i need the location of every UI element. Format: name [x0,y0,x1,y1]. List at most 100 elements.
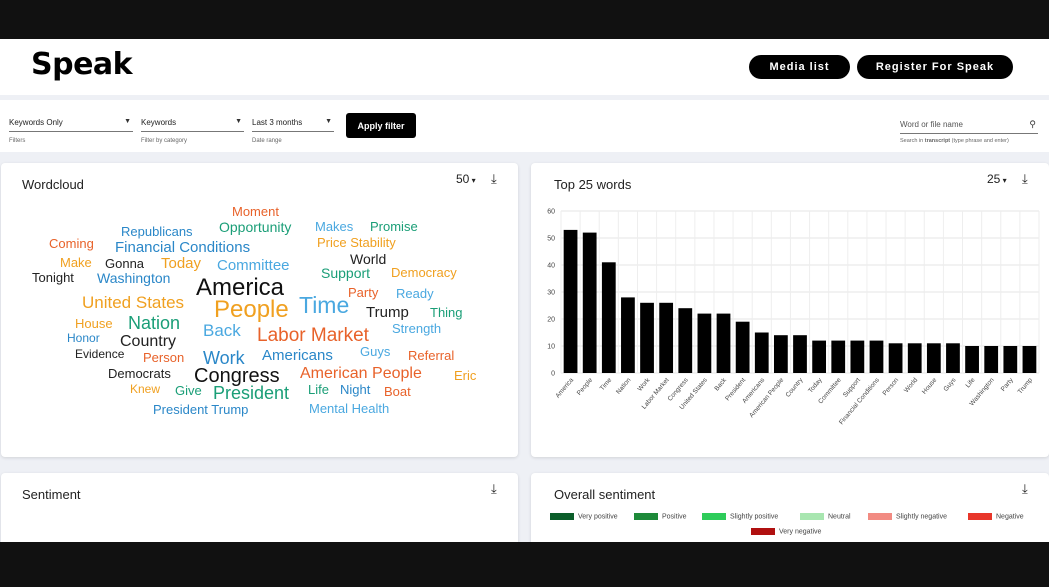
screen: Speak Media list Register For Speak Keyw… [0,0,1049,587]
apply-filter-button[interactable]: Apply filter [346,113,416,138]
wordcloud-word[interactable]: Americans [262,348,333,363]
filter-bar: Keywords Only ▼ Filters Keywords ▼ Filte… [0,100,1049,152]
wordcloud-word[interactable]: Financial Conditions [115,240,250,255]
wordcloud-word[interactable]: World [350,252,386,266]
bar[interactable] [793,335,807,373]
wordcloud-word[interactable]: Coming [49,237,94,250]
wordcloud-word[interactable]: Person [143,351,184,364]
wordcloud-word[interactable]: Opportunity [219,220,291,234]
wordcloud-word[interactable]: Labor Market [257,326,369,345]
legend-item[interactable]: Positive [634,513,687,520]
bar[interactable] [907,343,922,373]
top-words-card: Top 25 words 25 ▾ ⤓ 0 10 20 30 40 50 60 America… [531,163,1049,457]
wordcloud-word[interactable]: President [213,384,289,402]
legend-item[interactable]: Very positive [550,513,618,520]
legend-label: Negative [996,513,1024,521]
download-icon[interactable]: ⤓ [1022,481,1028,497]
wordcloud-word[interactable]: American People [300,366,422,382]
wordcloud-word[interactable]: Thing [430,306,463,319]
bar[interactable] [754,332,769,374]
wordcloud-word[interactable]: Referral [408,349,454,362]
top-words-bar-chart: 0 10 20 30 40 50 60 America People Time Nation Work… [547,209,1040,426]
wordcloud-word[interactable]: Give [175,384,202,397]
wordcloud-word[interactable]: Price Stability [317,236,396,249]
wordcloud-word[interactable]: Trump [366,305,409,320]
bar[interactable] [850,340,865,373]
bar[interactable] [1003,346,1018,373]
sentiment-card: Sentiment ⤓ 1.00.8 [1,473,518,542]
wordcloud-word[interactable]: Life [308,383,329,396]
search-icon[interactable]: ⚲ [1029,119,1036,130]
wordcloud-word[interactable]: Evidence [75,348,124,360]
wordcloud-word[interactable]: Gonna [105,257,144,270]
wordcloud-word[interactable]: Makes [315,220,353,233]
bar[interactable] [888,343,903,373]
wordcloud-word[interactable]: United States [82,294,184,311]
bar[interactable] [582,232,597,373]
wordcloud-word[interactable]: Support [321,266,370,280]
legend-item[interactable]: Slightly negative [868,513,947,520]
legend-item[interactable]: Negative [968,513,1024,520]
register-button[interactable]: Register For Speak [857,55,1013,79]
wordcloud-word[interactable]: Tonight [32,271,74,284]
chevron-down-icon: ▼ [124,118,131,125]
bar[interactable] [735,321,750,373]
speak-logo[interactable]: Speak [31,47,133,82]
wordcloud-word[interactable]: Back [203,322,241,339]
wordcloud-word[interactable]: Eric [454,369,476,382]
y-tick-label: 40 [547,263,555,270]
filter-type-select[interactable]: Keywords Only ▼ [9,118,133,132]
bar[interactable] [869,340,884,373]
bar[interactable] [965,346,979,373]
wordcloud-word[interactable]: Ready [396,287,434,300]
legend-item[interactable]: Slightly positive [702,513,778,520]
wordcloud-word[interactable]: Nation [128,314,180,332]
bar[interactable] [621,297,635,373]
legend-item[interactable]: Very negative [751,528,821,535]
wordcloud-word[interactable]: Promise [370,220,418,233]
bar[interactable] [563,229,578,373]
wordcloud-word[interactable]: Party [348,286,378,299]
bar[interactable] [773,335,788,373]
chevron-down-icon: ▼ [235,118,242,125]
bar[interactable] [1022,346,1037,373]
bar[interactable] [831,340,846,373]
bar[interactable] [697,313,712,373]
bar[interactable] [946,343,960,373]
filter-category-value: Keywords [141,118,177,127]
wordcloud-word[interactable]: Knew [130,383,160,395]
bar[interactable] [716,313,731,373]
media-list-button[interactable]: Media list [749,55,850,79]
wordcloud-word[interactable]: Night [340,383,370,396]
wordcloud-word[interactable]: Today [161,256,201,271]
bar[interactable] [659,302,674,373]
wordcloud-word[interactable]: President Trump [153,403,248,416]
bar[interactable] [678,308,693,373]
bar[interactable] [640,302,654,373]
wordcloud-word[interactable]: Washington [97,271,170,285]
wordcloud-word[interactable]: Mental Health [309,402,389,415]
wordcloud-word[interactable]: Country [120,334,176,350]
wordcloud-word[interactable]: Democracy [391,266,457,279]
wordcloud-word[interactable]: Honor [67,332,100,344]
wordcloud-word[interactable]: Committee [217,258,290,273]
wordcloud-word[interactable]: Make [60,256,92,269]
wordcloud-word[interactable]: Republicans [121,225,193,238]
bar[interactable] [984,346,999,373]
wordcloud-word[interactable]: Boat [384,385,411,398]
wordcloud-word[interactable]: People [214,298,289,322]
legend-label: Slightly positive [730,513,779,521]
wordcloud-word[interactable]: Strength [392,322,441,335]
date-range-select[interactable]: Last 3 months ▼ [252,118,334,132]
legend-item[interactable]: Neutral [800,513,851,520]
wordcloud-word[interactable]: Guys [360,345,390,358]
wordcloud-word[interactable]: Democrats [108,367,171,380]
search-input[interactable]: Word or file name ⚲ [900,119,1038,134]
bar[interactable] [812,340,827,373]
filter-category-select[interactable]: Keywords ▼ [141,118,244,132]
bar[interactable] [926,343,941,373]
bar[interactable] [601,262,616,373]
wordcloud-word[interactable]: House [75,317,113,330]
wordcloud-word[interactable]: Moment [232,205,279,218]
wordcloud-word[interactable]: Time [299,294,349,317]
